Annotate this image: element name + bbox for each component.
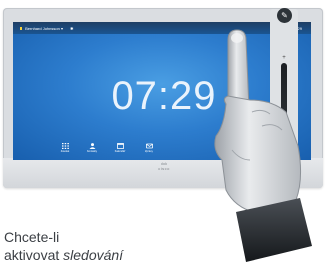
instruction-caption: Chcete-li aktivovat sledování <box>4 228 234 264</box>
caption-line-1: Chcete-li <box>4 229 60 245</box>
caption-line-2: aktivovat sledování <box>4 246 234 264</box>
caption-emphasis: sledování <box>63 247 124 263</box>
caption-line-2-prefix: aktivovat <box>4 247 64 263</box>
